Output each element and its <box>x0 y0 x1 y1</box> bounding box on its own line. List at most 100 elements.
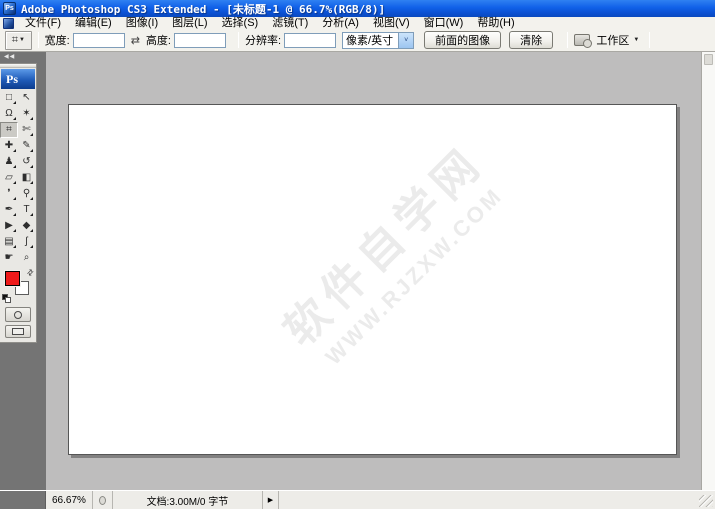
pen-tool[interactable]: ✒ <box>0 202 18 218</box>
swap-colors-icon[interactable]: ⇄ <box>25 267 36 278</box>
chevron-down-icon: ▼ <box>633 37 640 43</box>
type-tool-icon: T <box>23 204 30 215</box>
move-tool-icon: ↖ <box>22 92 31 103</box>
crop-tool[interactable]: ⌗ <box>0 122 18 138</box>
resolution-unit-select[interactable]: 像素/英寸 ˅ <box>342 31 415 49</box>
palette-collapse-header[interactable]: ◀◀ <box>0 52 46 63</box>
resolution-unit-value: 像素/英寸 <box>346 35 394 47</box>
move-tool[interactable]: ↖ <box>18 90 35 106</box>
height-input[interactable] <box>173 32 226 48</box>
document-size-info: 文档:3.00M/0 字节 <box>113 491 263 509</box>
default-colors-icon[interactable] <box>2 294 11 303</box>
rectangular-marquee-tool[interactable]: □ <box>0 90 18 106</box>
lasso-tool-icon: Ω <box>5 108 13 119</box>
gradient-tool[interactable]: ◧ <box>18 170 35 186</box>
eyedropper-tool-icon: ʃ <box>25 236 28 247</box>
separator <box>37 32 39 48</box>
crop-icon: ⌗ <box>11 33 18 46</box>
menu-image[interactable]: 图像(I) <box>119 17 165 29</box>
status-indicator-icon <box>98 495 106 505</box>
hand-tool-icon: ☛ <box>4 252 14 263</box>
title-bar: Ps Adobe Photoshop CS3 Extended - [未标题-1… <box>0 0 715 17</box>
ps-logo: Ps <box>1 69 35 89</box>
notes-tool-icon: ▤ <box>4 236 14 247</box>
palette-grip[interactable] <box>0 64 36 68</box>
clear-button[interactable]: 清除 <box>509 31 554 49</box>
history-brush-tool-icon: ↺ <box>22 156 31 167</box>
menu-window[interactable]: 窗口(W) <box>417 17 471 29</box>
menu-items: 文件(F) 编辑(E) 图像(I) 图层(L) 选择(S) 滤镜(T) 分析(A) 视图(V)… <box>18 17 522 29</box>
menu-select[interactable]: 选择(S) <box>215 17 266 29</box>
blur-tool[interactable]: ❜ <box>0 186 18 202</box>
quick-mask-button[interactable] <box>5 307 31 322</box>
height-label: 高度: <box>145 35 171 47</box>
brush-tool[interactable]: ✎ <box>18 138 35 154</box>
watermark: 软件自学网 WWW.RJZXW.COM <box>267 129 516 378</box>
collapse-arrows-icon: ◀◀ <box>4 54 16 60</box>
menu-edit[interactable]: 编辑(E) <box>68 17 119 29</box>
swap-dimensions-icon[interactable]: ⇄ <box>131 34 140 47</box>
photoshop-app-icon: Ps <box>3 2 16 15</box>
tool-preset-picker[interactable]: ⌗ ▼ <box>5 30 32 50</box>
type-tool[interactable]: T <box>18 202 35 218</box>
eyedropper-tool[interactable]: ʃ <box>18 234 35 250</box>
work-area: 软件自学网 WWW.RJZXW.COM <box>46 52 701 490</box>
status-options-button[interactable]: ▶ <box>263 491 279 509</box>
spot-healing-brush-tool[interactable]: ✚ <box>0 138 18 154</box>
zoom-tool-icon: ⌕ <box>23 252 30 263</box>
slice-tool-icon: ✄ <box>22 124 31 135</box>
history-brush-tool[interactable]: ↺ <box>18 154 35 170</box>
rectangular-marquee-tool-icon: □ <box>5 92 13 103</box>
menu-view[interactable]: 视图(V) <box>366 17 417 29</box>
chevron-down-icon: ˅ <box>398 32 414 48</box>
menu-help[interactable]: 帮助(H) <box>470 17 521 29</box>
eraser-tool[interactable]: ▱ <box>0 170 18 186</box>
separator <box>649 32 651 48</box>
menu-bar: 文件(F) 编辑(E) 图像(I) 图层(L) 选择(S) 滤镜(T) 分析(A) 视图(V)… <box>0 17 715 29</box>
custom-shape-tool[interactable]: ◆ <box>18 218 35 234</box>
window-title: Adobe Photoshop CS3 Extended - [未标题-1 @ … <box>21 2 386 16</box>
status-icon-cell <box>93 491 113 509</box>
front-image-button[interactable]: 前面的图像 <box>424 31 502 49</box>
gradient-tool-icon: ◧ <box>21 172 32 183</box>
chevron-down-icon: ▼ <box>18 37 25 43</box>
document-window-icon[interactable] <box>3 17 14 29</box>
resize-grip[interactable] <box>699 494 713 507</box>
notes-tool[interactable]: ▤ <box>0 234 18 250</box>
menu-analysis[interactable]: 分析(A) <box>315 17 366 29</box>
path-selection-tool-icon: ▶ <box>5 220 13 231</box>
magic-wand-tool[interactable]: ✶ <box>18 106 35 122</box>
color-swatches: ⇄ <box>0 267 36 304</box>
lasso-tool[interactable]: Ω <box>0 106 18 122</box>
zoom-tool[interactable]: ⌕ <box>18 250 35 266</box>
eraser-tool-icon: ▱ <box>5 172 13 183</box>
brush-tool-icon: ✎ <box>22 140 31 151</box>
crop-tool-icon: ⌗ <box>6 124 12 135</box>
hand-tool[interactable]: ☛ <box>0 250 18 266</box>
go-to-bridge-icon[interactable] <box>574 34 593 48</box>
slice-tool[interactable]: ✄ <box>18 122 35 138</box>
menu-file[interactable]: 文件(F) <box>18 17 68 29</box>
document-canvas[interactable]: 软件自学网 WWW.RJZXW.COM <box>68 104 677 455</box>
collapsed-palette-icon[interactable] <box>704 54 713 65</box>
resolution-input[interactable] <box>284 32 337 48</box>
workspace-menu[interactable]: 工作区 ▼ <box>596 32 639 48</box>
tool-palette: Ps □ ↖ Ω ✶ ⌗ ✄ ✚ ✎ ♟ ↺ ▱ ◧ ❜ ⚲ ✒ T ▶ ◆ ▤ ʃ ☛ ⌕ ⇄ <box>0 63 37 343</box>
pen-tool-icon: ✒ <box>4 204 14 215</box>
width-input[interactable] <box>72 32 125 48</box>
menu-layer[interactable]: 图层(L) <box>165 17 214 29</box>
menu-filter[interactable]: 滤镜(T) <box>265 17 315 29</box>
zoom-level-field[interactable]: 66.67% <box>46 491 93 509</box>
tool-options-bar: ⌗ ▼ 宽度: ⇄ 高度: 分辨率: 像素/英寸 ˅ 前面的图像 清除 工作区 … <box>0 29 715 52</box>
default-white-swatch <box>5 297 11 303</box>
resolution-label: 分辨率: <box>244 35 282 47</box>
foreground-color-swatch[interactable] <box>5 271 20 286</box>
path-selection-tool[interactable]: ▶ <box>0 218 18 234</box>
status-dock-corner <box>0 491 46 509</box>
tools-grid: □ ↖ Ω ✶ ⌗ ✄ ✚ ✎ ♟ ↺ ▱ ◧ ❜ ⚲ ✒ T ▶ ◆ ▤ ʃ ☛ ⌕ <box>0 90 36 266</box>
clone-stamp-tool[interactable]: ♟ <box>0 154 18 170</box>
screen-mode-icon <box>12 328 24 335</box>
dodge-tool[interactable]: ⚲ <box>18 186 35 202</box>
screen-mode-button[interactable] <box>5 325 31 338</box>
magic-wand-tool-icon: ✶ <box>22 108 31 119</box>
